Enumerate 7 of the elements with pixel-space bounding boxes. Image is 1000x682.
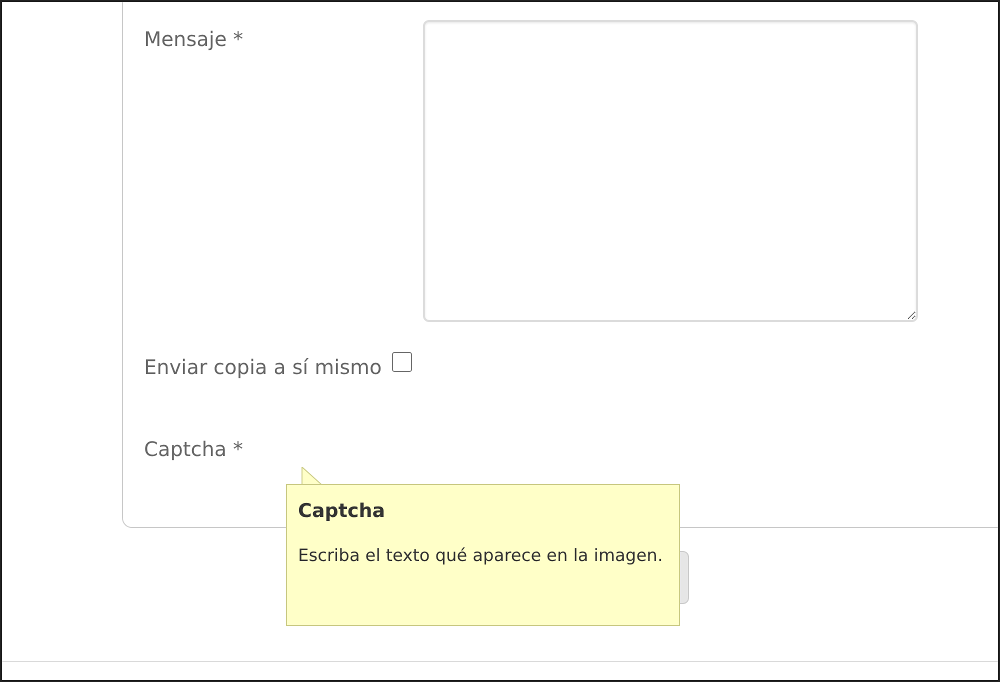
copy-checkbox[interactable] (392, 352, 412, 372)
field-label: Enviar copia a sí mismo (144, 354, 382, 381)
message-field[interactable] (423, 20, 918, 322)
tooltip-title: Captcha (298, 499, 386, 524)
tooltip-text: Escriba el texto qué aparece en la imagen. (298, 544, 664, 568)
field-label: Mensaje * (144, 26, 244, 53)
field-label: Captcha * (144, 436, 244, 463)
